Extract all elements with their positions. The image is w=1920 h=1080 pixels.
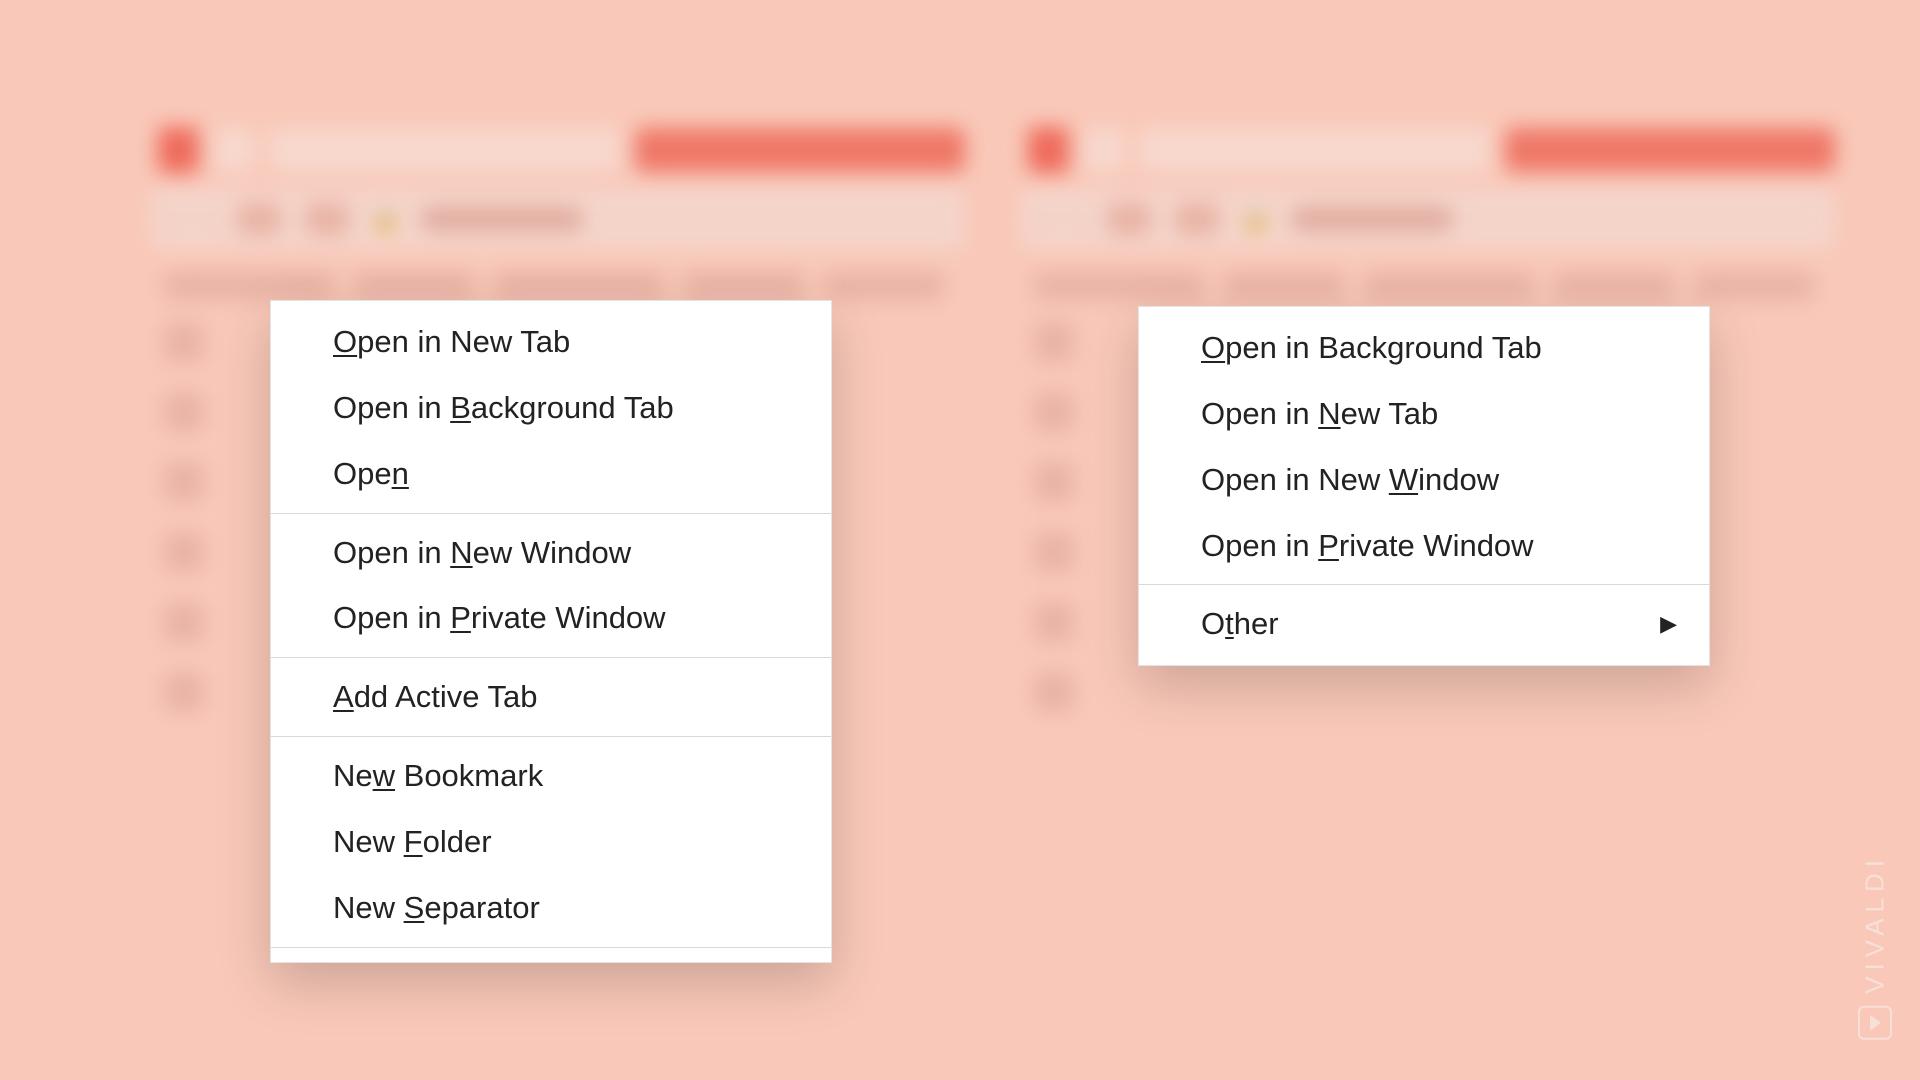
menu-item-label: New Folder <box>333 821 492 863</box>
vivaldi-logo-icon <box>1858 1006 1892 1040</box>
menu-item-label: Open in New Tab <box>333 321 570 363</box>
menu-item-label: Open in New Tab <box>1201 393 1438 435</box>
default-menu-item-open-in-private-window[interactable]: Open in Private Window <box>271 585 831 651</box>
compact-menu-item-open-in-background-tab[interactable]: Open in Background Tab <box>1139 315 1709 381</box>
menu-item-label: Open in New Window <box>333 532 631 574</box>
submenu-arrow-icon: ▶ <box>1660 609 1677 639</box>
menu-item-label: Open in Private Window <box>1201 525 1534 567</box>
compact-menu-item-open-in-new-window[interactable]: Open in New Window <box>1139 447 1709 513</box>
default-menu-item-new-folder[interactable]: New Folder <box>271 809 831 875</box>
compact-menu-item-open-in-new-tab[interactable]: Open in New Tab <box>1139 381 1709 447</box>
context-menu-compact: Open in Background Tab Open in New Tab Ope… <box>1138 306 1710 666</box>
context-menu-default: Open in New Tab Open in Background Tab Ope… <box>270 300 832 963</box>
default-menu-item-open[interactable]: Open <box>271 441 831 507</box>
watermark-text: VIVALDI <box>1860 854 1891 994</box>
default-menu-item-add-active-tab[interactable]: Add Active Tab <box>271 664 831 730</box>
menu-item-label: Open in Background Tab <box>1201 327 1542 369</box>
menu-item-label: Open in Private Window <box>333 597 666 639</box>
menu-item-label: Open in New Window <box>1201 459 1499 501</box>
default-menu-item-new-bookmark[interactable]: New Bookmark <box>271 743 831 809</box>
menu-item-label: Open <box>333 453 409 495</box>
menu-item-label: Other <box>1201 603 1279 645</box>
menu-item-label: New Separator <box>333 887 540 929</box>
menu-item-label: Add Active Tab <box>333 676 538 718</box>
menu-separator <box>271 513 831 514</box>
vivaldi-watermark: VIVALDI <box>1858 854 1892 1040</box>
menu-separator <box>271 657 831 658</box>
compact-menu-item-open-in-private-window[interactable]: Open in Private Window <box>1139 513 1709 579</box>
default-menu-item-open-in-background-tab[interactable]: Open in Background Tab <box>271 375 831 441</box>
default-menu-item-open-in-new-window[interactable]: Open in New Window <box>271 520 831 586</box>
menu-separator <box>271 736 831 737</box>
menu-item-label: Open in Background Tab <box>333 387 674 429</box>
default-menu-item-new-separator[interactable]: New Separator <box>271 875 831 941</box>
compact-menu-item-other[interactable]: Other ▶ <box>1139 591 1709 657</box>
menu-item-label: New Bookmark <box>333 755 543 797</box>
default-menu-item-open-in-new-tab[interactable]: Open in New Tab <box>271 309 831 375</box>
menu-separator <box>271 947 831 948</box>
menu-separator <box>1139 584 1709 585</box>
